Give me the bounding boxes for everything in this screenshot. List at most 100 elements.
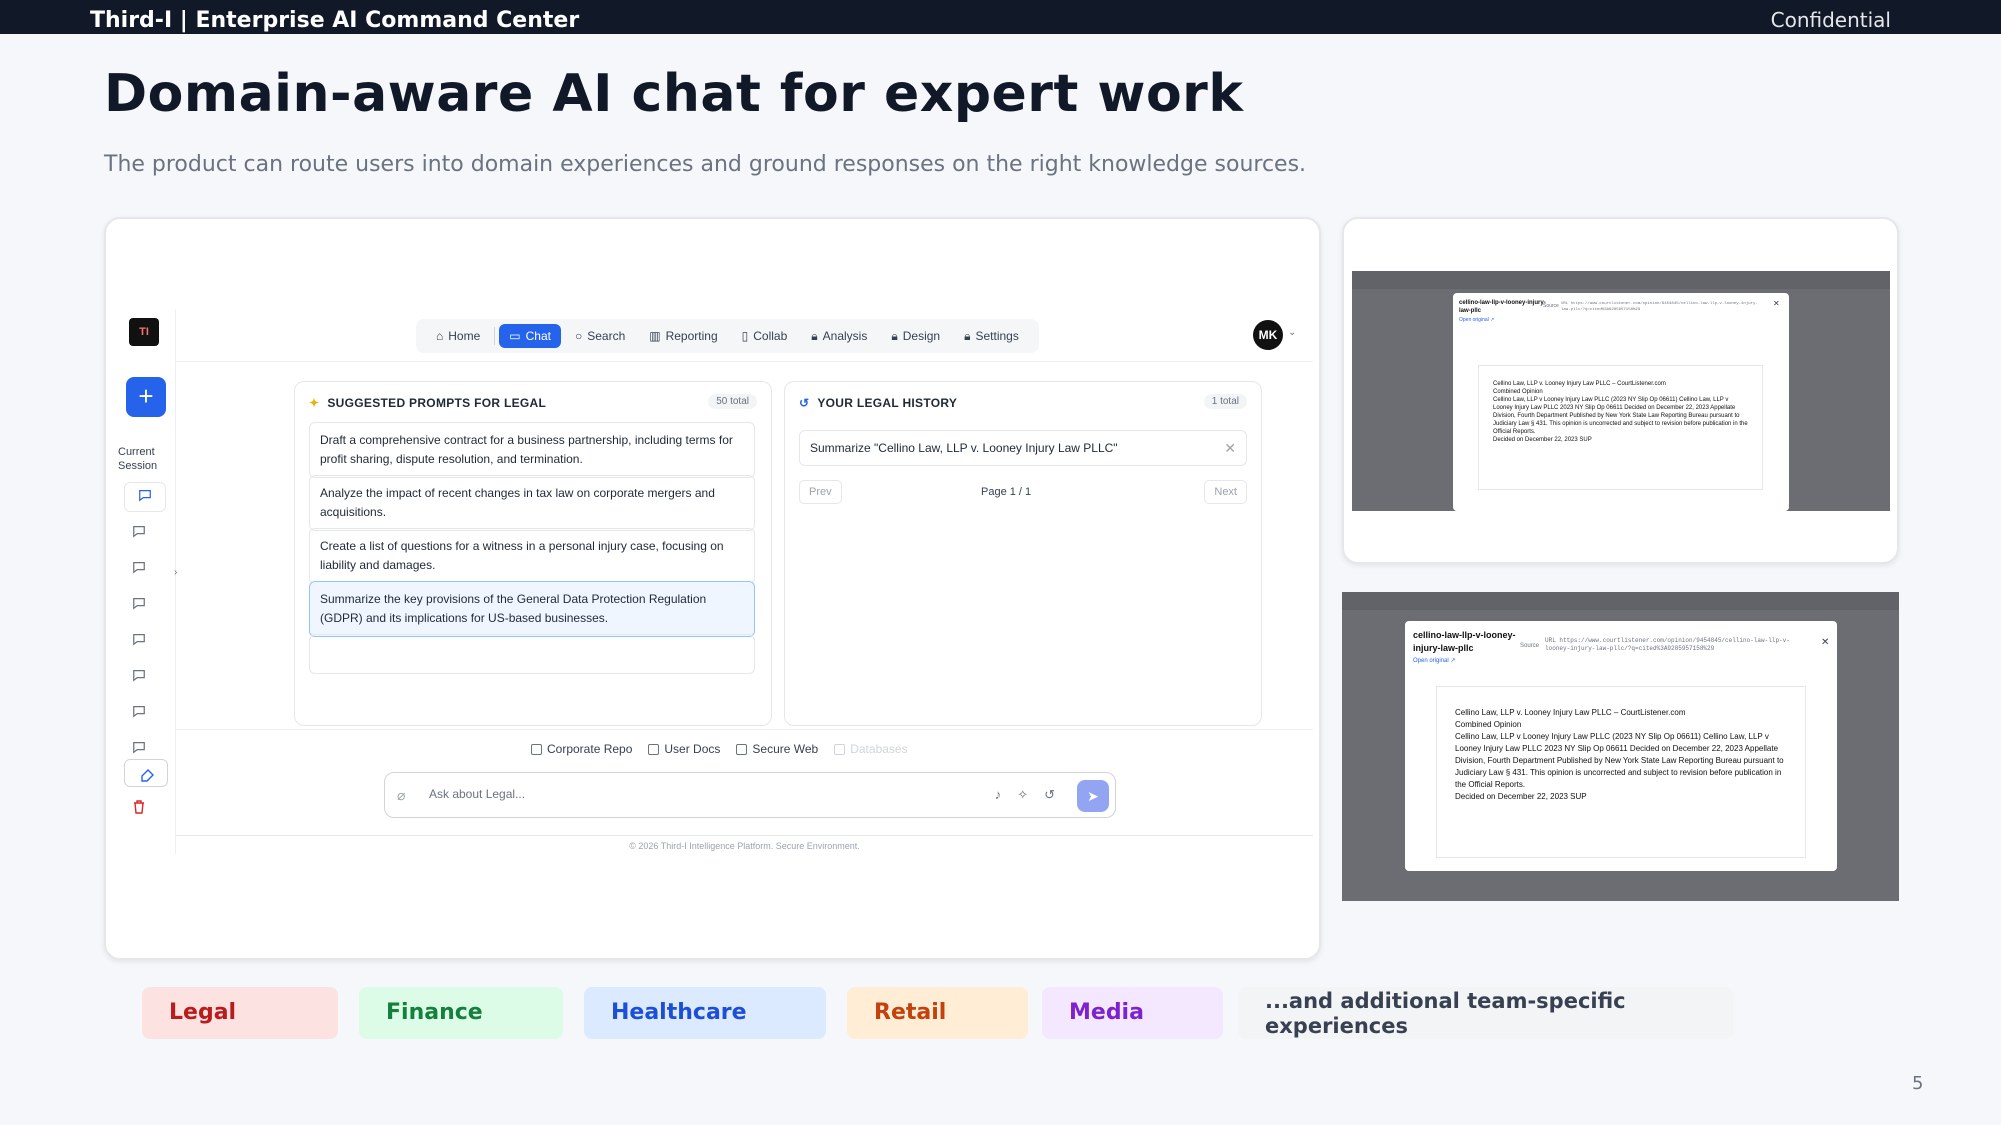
close-icon[interactable]: ✕: [1224, 431, 1236, 465]
chat-input[interactable]: ⌀ Ask about Legal... ♪ ✧ ↺ ➤: [384, 772, 1116, 818]
chat-icon: ▭: [509, 329, 521, 343]
session-chat-icon[interactable]: [128, 735, 150, 757]
checkbox[interactable]: [531, 743, 542, 755]
doc-line: Cellino Law, LLP v Looney Injury Law PLL…: [1455, 732, 1784, 789]
source-label: Databases: [850, 742, 908, 756]
panel-header: ↺ YOUR LEGAL HISTORY: [799, 396, 957, 410]
prompt-card[interactable]: Create a list of questions for a witness…: [309, 528, 755, 584]
trash-icon[interactable]: [132, 799, 146, 820]
doc-line: Cellino Law, LLP v Looney Injury Law PLL…: [1493, 397, 1748, 435]
sparkle-icon[interactable]: ✧: [1017, 787, 1028, 803]
brand-title: Third-I | Enterprise AI Command Center: [90, 8, 580, 33]
slide-subtitle: The product can route users into domain …: [104, 152, 1307, 177]
confidential-label: Confidential: [1770, 8, 1891, 32]
close-icon[interactable]: ✕: [1821, 637, 1829, 648]
nav-label: Chat: [525, 329, 551, 343]
top-bar: Third-I | Enterprise AI Command Center C…: [0, 0, 2001, 34]
nav-label: Search: [587, 329, 626, 343]
doc-line: Combined Opinion: [1455, 720, 1522, 729]
nav-chat[interactable]: ▭ Chat: [499, 324, 561, 348]
new-chat-button[interactable]: +: [126, 377, 166, 417]
nav-design[interactable]: 🔒︎ Design: [881, 324, 950, 349]
nav-analysis[interactable]: 🔒︎ Analysis: [801, 324, 877, 349]
home-icon: ⌂: [436, 329, 444, 343]
chevron-down-icon[interactable]: ⌄: [1288, 327, 1296, 338]
app-logo: TI: [129, 318, 159, 346]
panel-title: SUGGESTED PROMPTS FOR LEGAL: [327, 396, 547, 410]
source-checkbox[interactable]: Corporate Repo: [531, 742, 632, 756]
prompt-card[interactable]: Draft a comprehensive contract for a bus…: [309, 422, 755, 478]
dimmed-nav: [1352, 271, 1890, 289]
divider: [176, 835, 1313, 836]
sparkle-icon: ✦: [309, 396, 320, 410]
divider: [176, 361, 1313, 362]
source-label: Source: [1520, 643, 1540, 649]
eraser-button[interactable]: [124, 759, 168, 787]
source-checkbox[interactable]: User Docs: [648, 742, 720, 756]
source-checkbox[interactable]: Secure Web: [736, 742, 818, 756]
session-chat-icon[interactable]: [128, 663, 150, 685]
nav-collab[interactable]: ▯ Collab: [732, 324, 798, 348]
session-chat-icon[interactable]: [124, 482, 166, 512]
session-chat-icon[interactable]: [128, 699, 150, 721]
session-chat-icon[interactable]: [128, 519, 150, 541]
checkbox[interactable]: [648, 743, 660, 755]
page-indicator: Page 1 / 1: [981, 486, 1032, 498]
document-modal: cellino-law-llp-v-looney-injury-law-pllc…: [1453, 293, 1789, 511]
count-badge: 1 total: [1203, 394, 1247, 409]
prompt-card[interactable]: Analyze the impact of recent changes in …: [309, 475, 755, 531]
suggested-prompts-panel: ✦ SUGGESTED PROMPTS FOR LEGAL 50 total Dr…: [294, 381, 772, 726]
legal-history-panel: ↺ YOUR LEGAL HISTORY 1 total Summarize "C…: [784, 381, 1262, 726]
nav-label: Analysis: [822, 329, 868, 343]
history-item[interactable]: Summarize "Cellino Law, LLP v. Looney In…: [799, 430, 1247, 466]
nav-home[interactable]: ⌂ Home: [426, 324, 490, 348]
nav-settings[interactable]: 🔒︎ Settings: [954, 324, 1029, 349]
checkbox[interactable]: [736, 743, 748, 755]
session-chat-icon[interactable]: [128, 591, 150, 613]
search-icon: ○: [574, 329, 583, 343]
prompt-card[interactable]: [309, 634, 755, 674]
app-footer: © 2026 Third-I Intelligence Platform. Se…: [629, 841, 860, 851]
count-badge: 50 total: [708, 394, 757, 409]
avatar[interactable]: MK: [1253, 320, 1283, 350]
nav-label: Settings: [975, 329, 1019, 343]
source-label: Corporate Repo: [547, 742, 633, 756]
microphone-icon[interactable]: ♪: [995, 787, 1002, 803]
domain-pill-retail: Retail: [847, 987, 1028, 1039]
lock-icon: 🔒︎: [891, 328, 898, 343]
document-preview-card: cellino-law-llp-v-looney-injury-law-pllc…: [1342, 217, 1899, 564]
collapse-chevron-icon[interactable]: ›: [174, 567, 177, 578]
source-toggles: Corporate Repo User Docs Secure Web Data…: [531, 742, 908, 756]
paperclip-icon[interactable]: ⌀: [397, 787, 405, 804]
chat-screenshot-card: TI + Current Session › ⌂ Home ▭ Chat ○ Sear…: [104, 217, 1321, 960]
domain-pill-media: Media: [1042, 987, 1223, 1039]
session-chat-icon[interactable]: [128, 555, 150, 577]
prompt-card[interactable]: Summarize the key provisions of the Gene…: [309, 581, 755, 637]
session-chat-icon[interactable]: [128, 627, 150, 649]
source-label: Source: [1543, 303, 1559, 309]
lock-icon: 🔒︎: [811, 328, 818, 343]
domain-pill-healthcare: Healthcare: [584, 987, 826, 1039]
history-icon[interactable]: ↺: [1044, 787, 1055, 803]
nav-search[interactable]: ○ Search: [565, 324, 635, 348]
next-button[interactable]: Next: [1204, 480, 1247, 504]
close-icon[interactable]: ✕: [1773, 299, 1780, 308]
document-icon: ▯: [741, 329, 749, 343]
app-screenshot: TI + Current Session › ⌂ Home ▭ Chat ○ Sear…: [116, 309, 1313, 854]
modal-title: cellino-law-llp-v-looney-injury-law-pllc: [1459, 300, 1546, 314]
input-actions: ♪ ✧ ↺: [995, 787, 1055, 803]
document-preview-screenshot: cellino-law-llp-v-looney-injury-law-pllc…: [1352, 271, 1890, 511]
page-number: 5: [1912, 1073, 1924, 1094]
checkbox: [834, 743, 846, 755]
document-modal: cellino-law-llp-v-looney-injury-law-pllc…: [1405, 621, 1837, 871]
open-original-link[interactable]: Open original ↗: [1413, 657, 1455, 664]
send-button[interactable]: ➤: [1077, 780, 1109, 812]
domain-pill-legal: Legal: [142, 987, 338, 1039]
bar-chart-icon: ▥: [649, 329, 661, 343]
doc-line: Cellino Law, LLP v. Looney Injury Law PL…: [1493, 381, 1666, 387]
prev-button[interactable]: Prev: [799, 480, 842, 504]
nav-label: Collab: [753, 329, 788, 343]
open-original-link[interactable]: Open original ↗: [1459, 317, 1494, 323]
composer-area: Corporate Repo User Docs Secure Web Data…: [176, 729, 1313, 826]
nav-reporting[interactable]: ▥ Reporting: [639, 324, 727, 348]
